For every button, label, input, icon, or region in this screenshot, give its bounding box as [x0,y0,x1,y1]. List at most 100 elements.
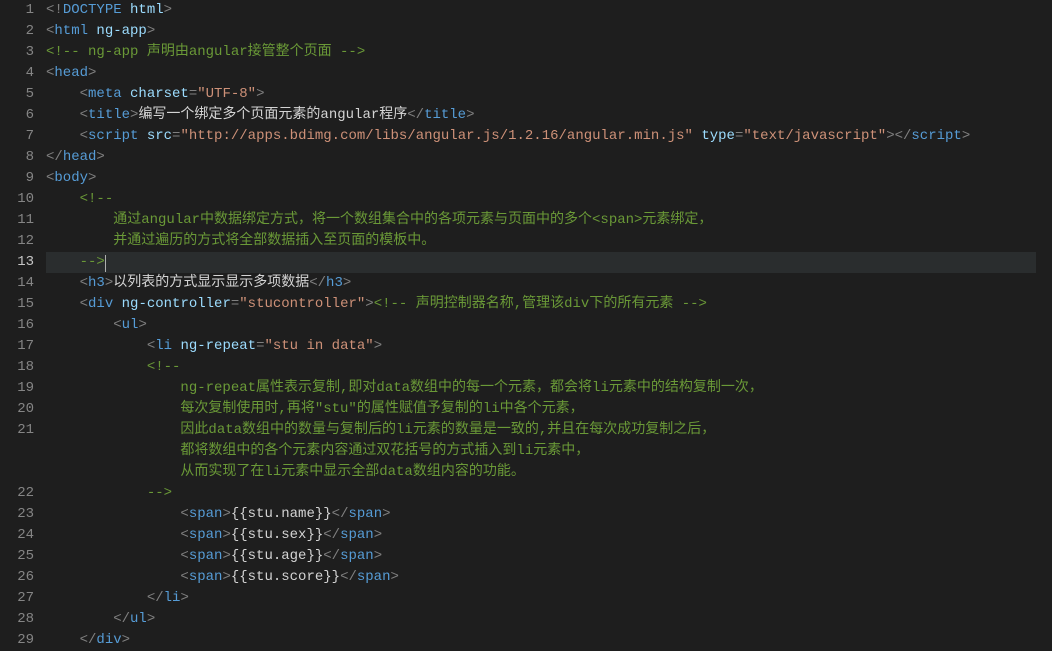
code-line[interactable]: 因此data数组中的数量与复制后的li元素的数量是一致的,并且在每次成功复制之后… [46,420,1036,441]
token: < [80,107,88,123]
token: </ [407,107,424,123]
token: > [374,527,382,543]
code-line[interactable]: <li ng-repeat="stu in data"> [46,336,1036,357]
token: DOCTYPE [63,2,122,18]
token: 因此data数组中的数量与复制后的li元素的数量是一致的,并且在每次成功复制之后… [180,422,715,438]
line-number: 17 [0,336,34,357]
token: span [189,569,223,585]
line-number: 11 [0,210,34,231]
code-line[interactable]: ng-repeat属性表示复制,即对data数组中的每一个元素，都会将li元素中… [46,378,1036,399]
token: > [138,317,146,333]
token: </ [113,611,130,627]
line-number: 24 [0,525,34,546]
code-line[interactable]: <meta charset="UTF-8"> [46,84,1036,105]
code-line[interactable]: </head> [46,147,1036,168]
line-number: 18 [0,357,34,378]
code-line[interactable]: <span>{{stu.score}}</span> [46,567,1036,588]
token: 编写一个绑定多个页面元素的angular程序 [138,107,407,123]
line-number: 2 [0,21,34,42]
token: {{stu.name}} [231,506,332,522]
code-line[interactable]: 并通过遍历的方式将全部数据插入至页面的模板中。 [46,231,1036,252]
token: ng-controller [113,296,231,312]
token: > [382,506,390,522]
line-number [0,462,34,483]
token: ul [130,611,147,627]
token: > [96,149,104,165]
code-line[interactable]: <!-- [46,357,1036,378]
token: </ [46,149,63,165]
token: = [189,86,197,102]
token: > [374,548,382,564]
code-editor[interactable]: 1234567891011121314151617181920212223242… [0,0,1052,651]
token: </ [323,527,340,543]
code-line[interactable]: --> [46,483,1036,504]
code-line[interactable]: <html ng-app> [46,21,1036,42]
token: <!-- ng-app 声明由angular接管整个页面 --> [46,44,365,60]
token: h3 [326,275,343,291]
token: < [80,128,88,144]
code-line[interactable]: <body> [46,168,1036,189]
token: > [88,170,96,186]
code-line[interactable]: <ul> [46,315,1036,336]
line-number: 21 [0,420,34,441]
token: html [54,23,88,39]
token: span [189,527,223,543]
token: < [180,548,188,564]
token: > [962,128,970,144]
token: span [348,506,382,522]
line-number: 23 [0,504,34,525]
token: title [88,107,130,123]
line-number: 12 [0,231,34,252]
token: ></ [886,128,911,144]
token: head [63,149,97,165]
code-line[interactable]: <h3>以列表的方式显示显示多项数据</h3> [46,273,1036,294]
code-line[interactable]: </ul> [46,609,1036,630]
code-line[interactable]: <span>{{stu.sex}}</span> [46,525,1036,546]
token: --> [80,254,105,270]
code-line[interactable]: <!DOCTYPE html> [46,0,1036,21]
token: "text/javascript" [743,128,886,144]
token: < [80,86,88,102]
line-number: 4 [0,63,34,84]
line-number: 20 [0,399,34,420]
token: "http://apps.bdimg.com/libs/angular.js/1… [180,128,692,144]
token: < [180,527,188,543]
token: ng-repeat属性表示复制,即对data数组中的每一个元素，都会将li元素中… [180,380,762,396]
token: --> [147,485,172,501]
token: <! [46,2,63,18]
token: <!-- [80,191,114,207]
code-line[interactable]: <span>{{stu.age}}</span> [46,546,1036,567]
code-line[interactable]: <!-- ng-app 声明由angular接管整个页面 --> [46,42,1036,63]
line-number: 16 [0,315,34,336]
code-line[interactable]: 都将数组中的各个元素内容通过双花括号的方式插入到li元素中， [46,441,1036,462]
token: div [96,632,121,648]
token: > [466,107,474,123]
code-line[interactable]: <div ng-controller="stucontroller"><!-- … [46,294,1036,315]
token: < [180,506,188,522]
code-line[interactable]: <head> [46,63,1036,84]
code-line[interactable]: <title>编写一个绑定多个页面元素的angular程序</title> [46,105,1036,126]
line-number: 28 [0,609,34,630]
code-line[interactable]: </li> [46,588,1036,609]
code-line[interactable]: 每次复制使用时,再将"stu"的属性赋值予复制的li中各个元素， [46,399,1036,420]
line-number: 25 [0,546,34,567]
code-line[interactable]: <!-- [46,189,1036,210]
token: "stucontroller" [239,296,365,312]
token: type [693,128,735,144]
line-number: 7 [0,126,34,147]
token: span [189,506,223,522]
code-line[interactable]: 从而实现了在li元素中显示全部data数组内容的功能。 [46,462,1036,483]
code-line[interactable]: --> [46,252,1036,273]
code-area[interactable]: <!DOCTYPE html><html ng-app><!-- ng-app … [46,0,1052,651]
token: <!-- 声明控制器名称,管理该div下的所有元素 --> [374,296,707,312]
line-number: 22 [0,483,34,504]
token: > [122,632,130,648]
code-line[interactable]: </div> [46,630,1036,651]
token: > [147,611,155,627]
token: ng-repeat [172,338,256,354]
code-line[interactable]: <script src="http://apps.bdimg.com/libs/… [46,126,1036,147]
code-line[interactable]: <span>{{stu.name}}</span> [46,504,1036,525]
token: body [54,170,88,186]
token: > [105,275,113,291]
code-line[interactable]: 通过angular中数据绑定方式，将一个数组集合中的各项元素与页面中的多个<sp… [46,210,1036,231]
